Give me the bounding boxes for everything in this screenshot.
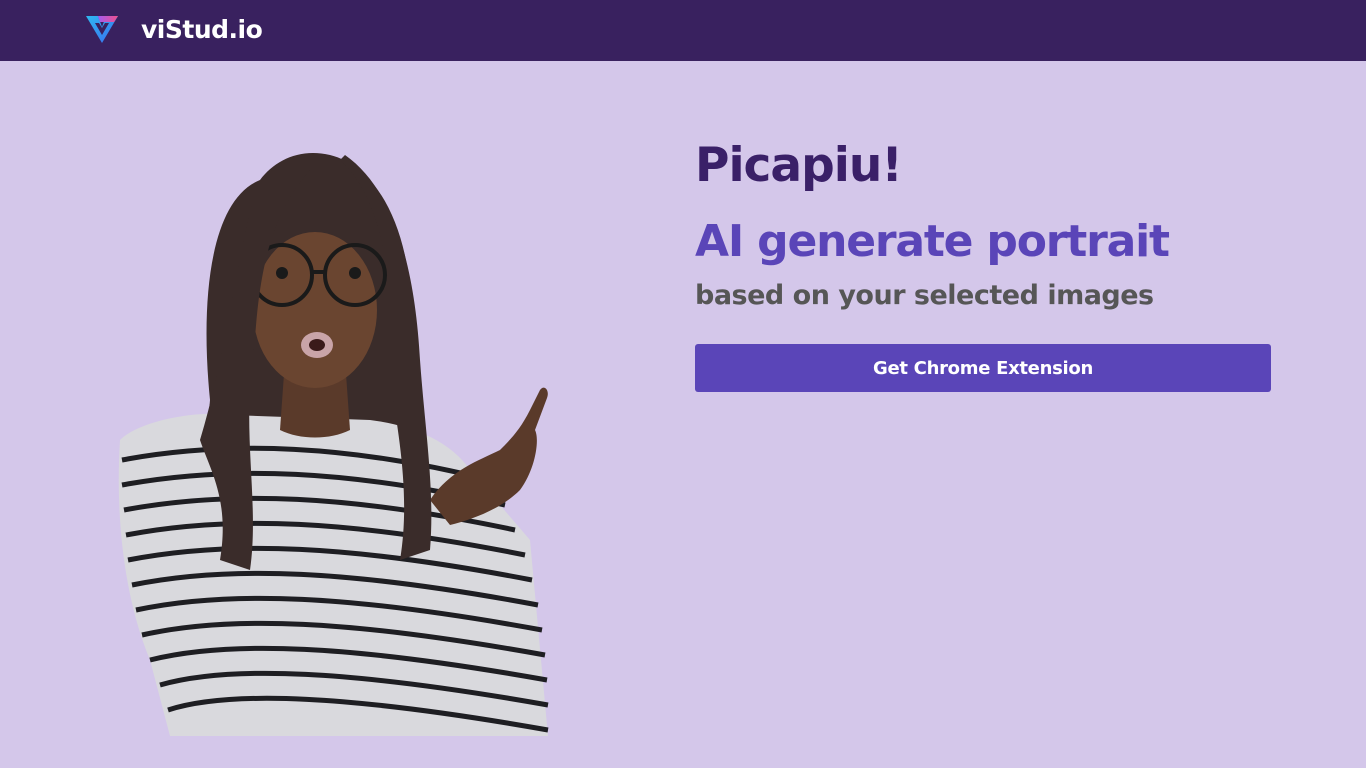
hero-copy: Picapiu! AI generate portrait based on y… bbox=[695, 138, 1295, 392]
tagline-heading: AI generate portrait bbox=[695, 216, 1170, 267]
get-chrome-extension-button[interactable]: Get Chrome Extension bbox=[695, 344, 1271, 392]
top-navbar: viStud.io bbox=[0, 0, 1366, 61]
product-name-heading: Picapiu! bbox=[695, 138, 903, 193]
surprised-woman-pointing-image bbox=[110, 140, 560, 736]
vistudio-logo-icon bbox=[86, 16, 118, 43]
brand-name: viStud.io bbox=[141, 14, 263, 44]
subtagline-text: based on your selected images bbox=[695, 280, 1154, 311]
brand-home-link[interactable]: viStud.io bbox=[85, 10, 263, 48]
